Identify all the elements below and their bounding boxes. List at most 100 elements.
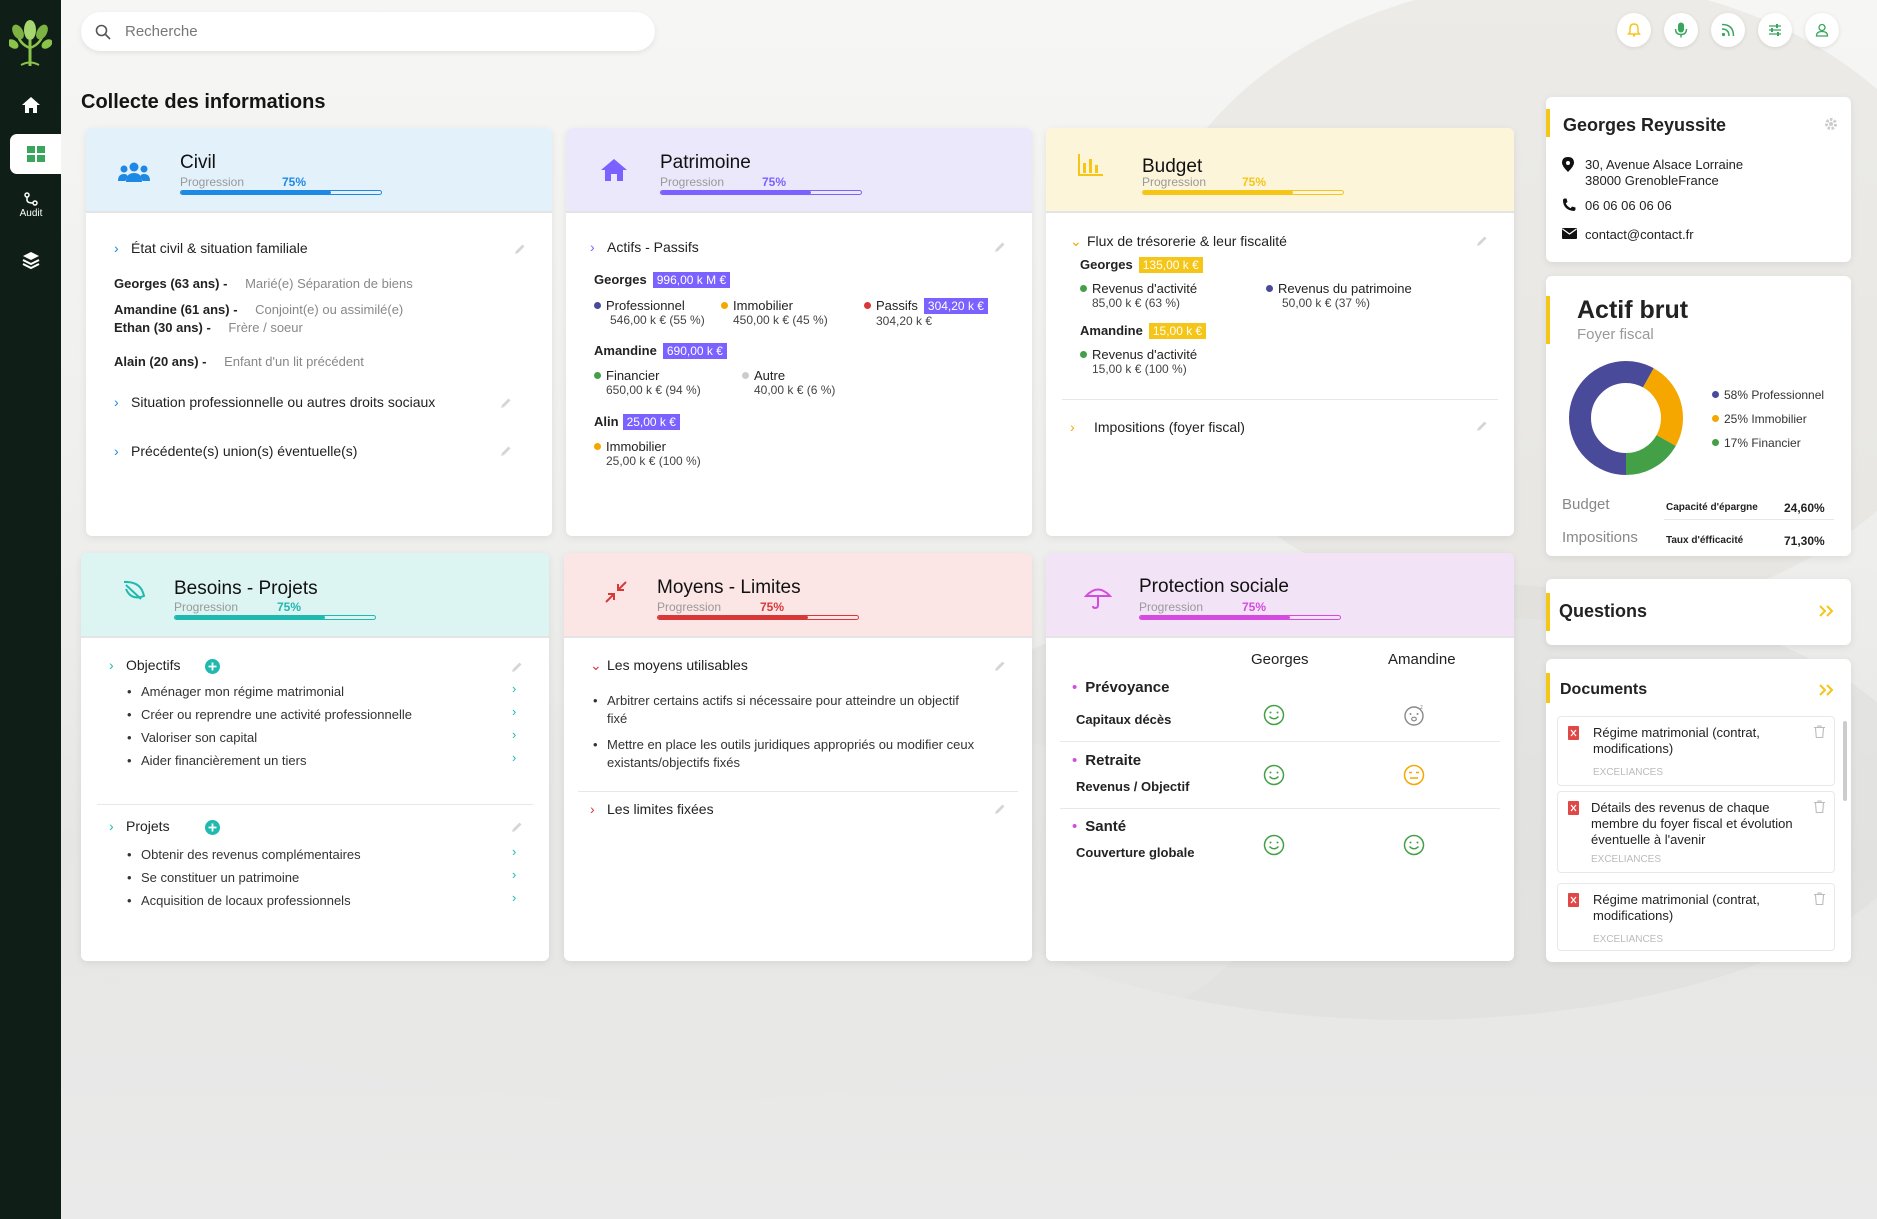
divider xyxy=(97,804,533,805)
card-title: Civil xyxy=(180,152,216,173)
objectif-item[interactable]: Aménager mon régime matrimonial xyxy=(127,684,344,699)
edit-pencil-icon[interactable] xyxy=(994,241,1006,253)
objectif-item[interactable]: Aider financièrement un tiers xyxy=(127,753,307,768)
projet-item[interactable]: Acquisition de locaux professionnels xyxy=(127,893,351,908)
notifications-button[interactable] xyxy=(1617,13,1651,47)
client-phone[interactable]: 06 06 06 06 06 xyxy=(1585,198,1672,213)
edit-pencil-icon[interactable] xyxy=(994,660,1006,672)
section-moyens[interactable]: ⌄ Les moyens utilisables xyxy=(590,657,748,674)
revenue-item: Revenus d'activité 85,00 k € (63 %) xyxy=(1080,281,1197,310)
projet-item[interactable]: Se constituer un patrimoine xyxy=(127,870,299,885)
revenue-value: 15,00 k € (100 %) xyxy=(1092,362,1187,376)
profile-button[interactable] xyxy=(1805,13,1839,47)
smiley-satisfied-icon[interactable] xyxy=(1263,834,1285,856)
asset-label: Autre xyxy=(754,368,786,383)
edit-pencil-icon[interactable] xyxy=(500,397,512,409)
compress-arrows-icon xyxy=(605,581,627,603)
owner-name: Georges xyxy=(1080,257,1133,272)
chevron-right-icon[interactable]: › xyxy=(512,750,516,765)
impositions-metric: Taux d'éfficacité xyxy=(1666,535,1744,546)
asset-label: Immobilier xyxy=(733,298,793,313)
edit-pencil-icon[interactable] xyxy=(994,803,1006,815)
objectif-item[interactable]: Valoriser son capital xyxy=(127,730,257,745)
add-objectif-icon[interactable] xyxy=(205,659,220,674)
section-unions[interactable]: › Précédente(s) union(s) éventuelle(s) xyxy=(114,443,357,459)
smiley-pending-icon[interactable]: z xyxy=(1403,704,1425,726)
double-chevron-right-icon[interactable] xyxy=(1818,604,1834,618)
logo-tree-icon xyxy=(9,20,52,66)
legend-label: 17% Financier xyxy=(1724,436,1801,450)
card-title: Besoins - Projets xyxy=(174,578,318,599)
edit-pencil-icon[interactable] xyxy=(500,445,512,457)
asset-value: 40,00 k € (6 %) xyxy=(754,383,836,397)
gear-icon[interactable] xyxy=(1824,117,1838,131)
moyen-item: Arbitrer certains actifs si nécessaire p… xyxy=(593,692,977,728)
chevron-right-icon[interactable]: › xyxy=(512,704,516,719)
edit-pencil-icon[interactable] xyxy=(511,821,523,833)
trash-icon[interactable] xyxy=(1814,892,1825,905)
client-email[interactable]: contact@contact.fr xyxy=(1585,227,1694,242)
double-chevron-right-icon[interactable] xyxy=(1818,683,1834,697)
document-source: EXCELIANCES xyxy=(1593,934,1664,945)
section-limites[interactable]: › Les limites fixées xyxy=(590,801,714,817)
section-label: Objectifs xyxy=(126,657,181,673)
microphone-button[interactable] xyxy=(1664,13,1698,47)
section-etat-civil[interactable]: › État civil & situation familiale xyxy=(114,240,308,256)
protection-row-label: • Santé xyxy=(1072,818,1127,835)
nav-dashboard[interactable] xyxy=(10,134,61,174)
edit-pencil-icon[interactable] xyxy=(1476,235,1488,247)
row-subtitle: Revenus / Objectif xyxy=(1076,779,1190,794)
smiley-satisfied-icon[interactable] xyxy=(1263,704,1285,726)
asset-value: 450,00 k € (45 %) xyxy=(733,313,828,327)
section-flux-tresorerie[interactable]: ⌄ Flux de trésorerie & leur fiscalité xyxy=(1070,233,1287,250)
smiley-satisfied-icon[interactable] xyxy=(1403,834,1425,856)
search-input[interactable] xyxy=(125,23,605,40)
feed-button[interactable] xyxy=(1711,13,1745,47)
document-item[interactable]: Régime matrimonial (contrat, modificatio… xyxy=(1557,716,1835,786)
edit-pencil-icon[interactable] xyxy=(514,243,526,255)
nav-audit[interactable]: Audit xyxy=(10,188,52,222)
edit-pencil-icon[interactable] xyxy=(1476,420,1488,432)
card-civil: Civil Progression 75% › État civil & situ… xyxy=(86,128,552,536)
smiley-neutral-icon[interactable] xyxy=(1403,764,1425,786)
protection-row-label: • Prévoyance xyxy=(1072,679,1170,696)
document-item[interactable]: Régime matrimonial (contrat, modificatio… xyxy=(1557,883,1835,951)
revenue-label: Revenus du patrimoine xyxy=(1278,281,1412,296)
trash-icon[interactable] xyxy=(1814,725,1825,738)
chevron-right-icon[interactable]: › xyxy=(512,681,516,696)
progress-percent: 75% xyxy=(762,175,787,189)
scrollbar[interactable] xyxy=(1843,721,1847,801)
pdf-file-icon xyxy=(1568,801,1579,815)
search-bar[interactable] xyxy=(81,12,655,51)
chevron-right-icon[interactable]: › xyxy=(512,727,516,742)
settings-button[interactable] xyxy=(1758,13,1792,47)
section-impositions[interactable]: › Impositions (foyer fiscal) xyxy=(1070,419,1245,435)
revenue-item: Revenus du patrimoine 50,00 k € (37 %) xyxy=(1266,281,1412,310)
divider xyxy=(1664,519,1834,520)
edit-pencil-icon[interactable] xyxy=(511,661,523,673)
smiley-satisfied-icon[interactable] xyxy=(1263,764,1285,786)
envelope-icon xyxy=(1562,228,1577,239)
card-title: Protection sociale xyxy=(1139,576,1289,597)
questions-card[interactable]: Questions xyxy=(1546,579,1851,645)
nav-home[interactable] xyxy=(10,85,52,125)
projet-item[interactable]: Obtenir des revenus complémentaires xyxy=(127,847,361,862)
section-actifs-passifs[interactable]: › Actifs - Passifs xyxy=(590,239,699,255)
questions-title: Questions xyxy=(1559,601,1648,621)
chevron-right-icon[interactable]: › xyxy=(512,844,516,859)
accent-bar xyxy=(1546,109,1550,137)
progress-percent: 75% xyxy=(1242,600,1267,614)
section-projets[interactable]: › Projets xyxy=(109,818,170,834)
documents-card: Documents Régime matrimonial (contrat, m… xyxy=(1546,659,1851,962)
chevron-right-icon[interactable]: › xyxy=(512,867,516,882)
impositions-value: 71,30% xyxy=(1784,534,1825,548)
chevron-right-icon[interactable]: › xyxy=(512,890,516,905)
nav-layers[interactable] xyxy=(10,240,52,280)
trash-icon[interactable] xyxy=(1814,800,1825,813)
card-patrimoine: Patrimoine Progression 75% › Actifs - Pas… xyxy=(566,128,1032,536)
document-item[interactable]: Détails des revenus de chaque membre du … xyxy=(1557,791,1835,873)
objectif-item[interactable]: Créer ou reprendre une activité professi… xyxy=(127,707,412,722)
section-situation-pro[interactable]: › Situation professionnelle ou autres dro… xyxy=(114,394,454,410)
section-objectifs[interactable]: › Objectifs xyxy=(109,657,180,673)
add-projet-icon[interactable] xyxy=(205,820,220,835)
